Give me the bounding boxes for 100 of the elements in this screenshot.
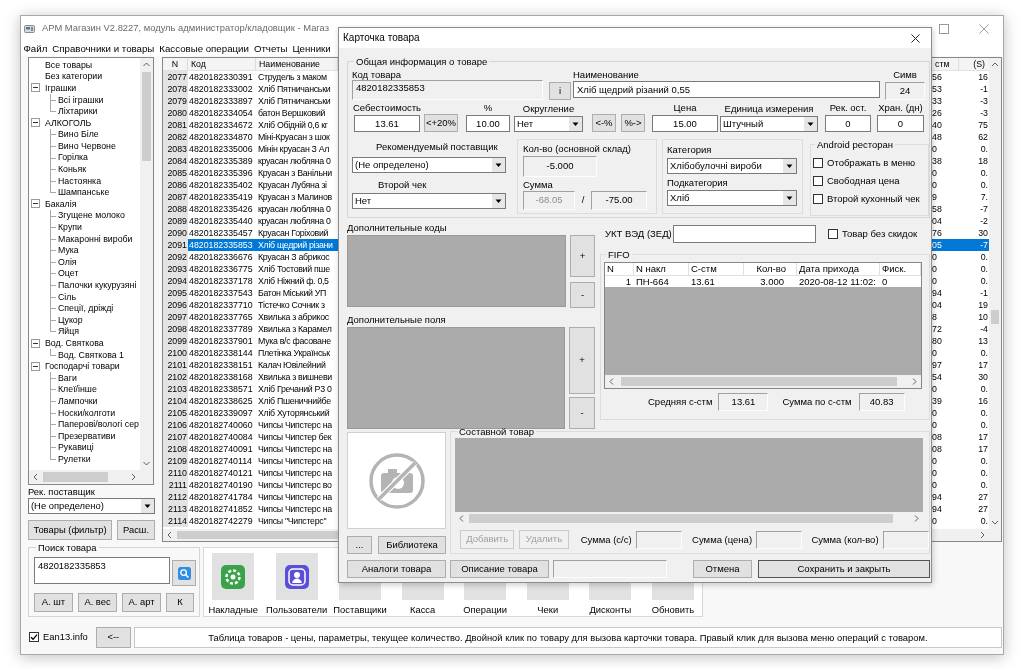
checkbox[interactable]	[813, 158, 823, 168]
table-cell[interactable]: круасан любляна 0	[256, 155, 338, 167]
caret-icon[interactable]	[492, 194, 505, 208]
column-header[interactable]: Кол-во	[744, 263, 797, 275]
code-field[interactable]: 4820182335853	[352, 80, 543, 100]
table-cell[interactable]: 75	[959, 119, 989, 131]
close-icon[interactable]	[911, 33, 920, 43]
add-mode-button[interactable]: К	[166, 593, 194, 612]
table-cell[interactable]: 4820182337178	[188, 275, 256, 287]
caret-icon[interactable]	[783, 191, 796, 205]
table-cell[interactable]: 0	[932, 167, 959, 179]
tree-item[interactable]: Оцет	[58, 268, 79, 279]
table-cell[interactable]: -1	[959, 83, 989, 95]
save-button[interactable]: Сохранить и закрыть	[758, 560, 930, 578]
table-cell[interactable]: Міні-Круасан з шок	[256, 131, 338, 143]
input-field[interactable]: 0	[877, 115, 924, 132]
table-cell[interactable]: Круасан з Ванільни	[256, 167, 338, 179]
table-cell[interactable]: 4820182336775	[188, 263, 256, 275]
table-cell[interactable]: 4820182740190	[188, 479, 256, 491]
remove-button[interactable]: -	[570, 282, 595, 308]
table-cell[interactable]: 4820182740121	[188, 467, 256, 479]
tree-item[interactable]: Шампанське	[58, 187, 110, 198]
table-cell[interactable]: Хліб Пшеничнийбе	[256, 395, 338, 407]
table-cell[interactable]: 4820182339097	[188, 407, 256, 419]
receipt-dropdown[interactable]: Нет	[352, 193, 506, 209]
table-cell[interactable]: Хліб Ніжний ф. 0,5	[256, 275, 338, 287]
menu-item[interactable]: Ценники	[289, 42, 334, 55]
table-cell[interactable]: 4820182338144	[188, 347, 256, 359]
table-cell[interactable]: Чипсы Чипстерс на	[256, 443, 338, 455]
search-button[interactable]	[172, 560, 196, 586]
column-header[interactable]: (S)	[959, 58, 989, 70]
tree-item[interactable]: Сіль	[58, 291, 77, 302]
table-cell[interactable]: 4820182338168	[188, 371, 256, 383]
table-cell[interactable]: Мінін круасан З Ал	[256, 143, 338, 155]
table-cell[interactable]: 0.	[959, 167, 989, 179]
category-tree[interactable]	[28, 57, 154, 485]
table-cell[interactable]: 53	[932, 83, 959, 95]
browse-button[interactable]: ...	[347, 536, 372, 554]
table-cell[interactable]: 4820182330391	[188, 71, 256, 83]
table-cell[interactable]: 7.	[959, 191, 989, 203]
tree-item[interactable]: АЛКОГОЛЬ	[45, 117, 92, 128]
tree-item[interactable]: Носки/колготи	[58, 407, 116, 418]
menu-item[interactable]: Кассовые операции	[156, 42, 252, 55]
analogs-button[interactable]: Аналоги товара	[347, 560, 446, 578]
table-cell[interactable]: 0	[932, 419, 959, 431]
checkbox-label[interactable]: Отображать в меню	[827, 157, 916, 169]
table-cell[interactable]: 04	[932, 299, 959, 311]
supplier-dropdown[interactable]: (Не определено)	[352, 157, 506, 173]
category-dropdown[interactable]: Хлібобулочні вироби	[667, 158, 797, 174]
caret-icon[interactable]	[569, 117, 582, 131]
table-cell[interactable]: 0.	[959, 179, 989, 191]
add-mode-button[interactable]: А. шт	[34, 593, 73, 612]
tree-item[interactable]: Яйця	[58, 326, 80, 337]
table-cell[interactable]: 4820182333897	[188, 95, 256, 107]
tree-item[interactable]: Рулетки	[58, 453, 91, 465]
table-cell[interactable]: Чипсы Чипстерс на	[256, 467, 338, 479]
table-cell[interactable]: 97	[932, 359, 959, 371]
action-button[interactable]: <+20%	[424, 114, 458, 132]
action-button[interactable]: %->	[621, 114, 645, 132]
search-field[interactable]: 4820182335853	[34, 557, 170, 584]
tree-item[interactable]: Ваги	[58, 372, 77, 383]
table-cell[interactable]: -2	[959, 215, 989, 227]
table-cell[interactable]: Чипсы Чипстерс на	[256, 491, 338, 503]
table-cell[interactable]: 4820182742279	[188, 515, 256, 527]
table-cell[interactable]: 94	[932, 503, 959, 515]
table-cell[interactable]: 0.	[959, 347, 989, 359]
tree-item[interactable]: Без категории	[45, 71, 103, 82]
fifo-table[interactable]: N N накл С-стм Кол-во Дата прихода Фиск. 1 ПН-664 13.61 3.000 2020-08-12 11:02: 0	[604, 262, 922, 389]
horizontal-scrollbar[interactable]	[29, 470, 153, 484]
table-cell[interactable]: -7	[959, 239, 989, 251]
table-cell[interactable]: 0	[932, 263, 959, 275]
table-cell[interactable]: 4820182337789	[188, 323, 256, 335]
table-cell[interactable]: 17	[959, 431, 989, 443]
input-field[interactable]: 15.00	[652, 115, 718, 132]
table-cell[interactable]: Хліб щедрий різани	[256, 239, 338, 251]
tree-item[interactable]: Господарчі товари	[45, 361, 120, 372]
tree-item[interactable]: Вино Біле	[58, 129, 99, 140]
table-cell[interactable]: 10	[959, 311, 989, 323]
table-cell[interactable]: 0	[932, 383, 959, 395]
tree-item[interactable]: Мука	[58, 245, 79, 256]
table-cell[interactable]: 4820182338151	[188, 359, 256, 371]
tree-item[interactable]: Вод. Святкова 1	[58, 349, 124, 360]
table-cell[interactable]: 0.	[959, 263, 989, 275]
table-cell[interactable]: 54	[932, 371, 959, 383]
table-cell[interactable]: 94	[932, 491, 959, 503]
table-cell[interactable]: 0	[932, 143, 959, 155]
table-cell[interactable]: 4820182335457	[188, 227, 256, 239]
tree-item[interactable]: Крупи	[58, 222, 82, 233]
table-cell[interactable]: Чипсы Чипстерс на	[256, 419, 338, 431]
table-cell[interactable]: 4820182740114	[188, 455, 256, 467]
table-cell[interactable]: 4820182741852	[188, 503, 256, 515]
column-header[interactable]: Фиск.	[880, 263, 921, 275]
table-cell[interactable]: Чипсы Чипстер бек	[256, 431, 338, 443]
table-cell[interactable]: -3	[959, 107, 989, 119]
add-mode-button[interactable]: А. арт	[122, 593, 161, 612]
dropdown[interactable]: Нет	[514, 116, 583, 132]
table-cell[interactable]: Струдель з маком	[256, 71, 338, 83]
collapse-icon[interactable]	[31, 338, 40, 348]
table-cell[interactable]: 72	[932, 323, 959, 335]
checkbox[interactable]	[828, 229, 838, 239]
